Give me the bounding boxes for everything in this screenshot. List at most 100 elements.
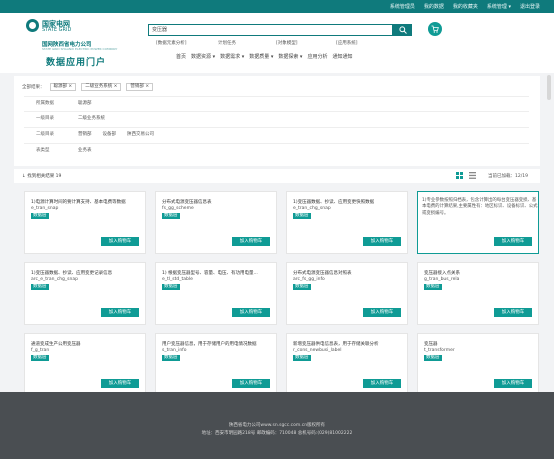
card-tag: 数据层 bbox=[293, 355, 311, 361]
add-to-cart-button[interactable]: 加入购物车 bbox=[101, 308, 139, 317]
add-to-cart-button[interactable]: 加入购物车 bbox=[494, 308, 532, 317]
card-title[interactable]: 新增变压器供电信息表，用于存储关联分析 bbox=[293, 341, 405, 347]
hot-search-2[interactable]: 计划任务 bbox=[218, 40, 236, 46]
result-card[interactable]: 变压器 t_transformer 数据层 加入购物车 bbox=[417, 333, 539, 396]
card-title[interactable]: 1)变压器数据、抄读、应用变更快照数据 bbox=[293, 199, 405, 205]
card-code: e_tl_std_table bbox=[162, 277, 193, 282]
search-icon bbox=[399, 26, 407, 34]
result-card[interactable]: 变压器接入点关系 g_tran_bus_rela 数据层 加入购物车 bbox=[417, 262, 539, 325]
card-title[interactable]: 变压器接入点关系 bbox=[424, 270, 536, 276]
hot-search-4[interactable]: [应用系统] bbox=[336, 40, 358, 46]
card-tag: 数据层 bbox=[162, 213, 180, 219]
state-grid-logo-icon bbox=[26, 19, 39, 32]
header: 国家电网 STATE GRID 国网陕西省电力公司 STATE GRID SHA… bbox=[0, 13, 554, 73]
scrollbar[interactable] bbox=[547, 75, 551, 100]
card-code: t_transformer bbox=[424, 348, 455, 353]
favorites-link[interactable]: 我的收藏夹 bbox=[453, 3, 478, 10]
result-card[interactable]: 1)电源计算时间的要计算支持、基本电费等数据 e_tran_snap 数据层 加… bbox=[24, 191, 146, 254]
hot-search-1[interactable]: [数据元素分析] bbox=[156, 40, 187, 46]
list-view-icon[interactable] bbox=[469, 172, 476, 179]
page-info: 当前已加载：12/19 bbox=[488, 174, 528, 179]
filter-row-label: 所属数据 bbox=[36, 101, 54, 106]
result-card-hover[interactable]: 1)专业参数按照归档表，包含计算出的每台变压器变损、基本电费的计算结果,主要属性… bbox=[417, 191, 539, 254]
filter-tag[interactable]: 二级业务系统 × bbox=[81, 83, 122, 91]
card-code: s_tran_info bbox=[162, 348, 187, 353]
logo[interactable]: 国家电网 STATE GRID 国网陕西省电力公司 STATE GRID SHA… bbox=[22, 18, 132, 70]
card-code: arc_e_tran_chg_snap bbox=[31, 277, 78, 282]
card-title[interactable]: 1)电源计算时间的要计算支持、基本电费等数据 bbox=[31, 199, 143, 205]
system-menu[interactable]: 系统管理 ▾ bbox=[487, 3, 511, 10]
add-to-cart-button[interactable]: 加入购物车 bbox=[363, 237, 401, 246]
result-card[interactable]: 1) 根据变压器型号、容量、电压、有功用电量... e_tl_std_table… bbox=[155, 262, 277, 325]
filter-panel: 全部结果： 聪源部 × 二级业务系统 × 营销部 × 所属数据 聪源部 一级目录… bbox=[14, 76, 540, 166]
card-tag: 数据层 bbox=[31, 355, 49, 361]
card-tag: 数据层 bbox=[31, 284, 49, 290]
result-card[interactable]: 分布式电源变压器信息表 fs_gg_scheme 数据层 加入购物车 bbox=[155, 191, 277, 254]
nav-analysis[interactable]: 应用分析 bbox=[307, 53, 327, 60]
user-link[interactable]: 系统管理员 bbox=[390, 3, 415, 10]
grid-view-icon[interactable] bbox=[456, 172, 463, 179]
card-title[interactable]: 通道变成生产公用变压器 bbox=[31, 341, 143, 347]
result-card[interactable]: 通道变成生产公用变压器 f_g_tran 数据层 加入购物车 bbox=[24, 333, 146, 396]
filter-option[interactable]: 设备部 bbox=[103, 131, 117, 137]
card-code: e_tran_snap bbox=[31, 206, 59, 211]
add-to-cart-button[interactable]: 加入购物车 bbox=[101, 237, 139, 246]
add-to-cart-button[interactable]: 加入购物车 bbox=[494, 379, 532, 388]
filter-option[interactable]: 营销部 bbox=[78, 131, 92, 137]
search-button[interactable] bbox=[393, 24, 412, 36]
card-title[interactable]: 分布式电源变压器信息对照表 bbox=[293, 270, 405, 276]
nav-data-explore[interactable]: 数据探索 ▾ bbox=[278, 53, 302, 60]
add-to-cart-button[interactable]: 加入购物车 bbox=[363, 379, 401, 388]
card-tag: 数据层 bbox=[162, 355, 180, 361]
result-card[interactable]: 1)变压器数据、抄读、应用变更快照数据 e_tran_chg_snap 数据层 … bbox=[286, 191, 408, 254]
result-count[interactable]: ↓ 找到相关结果 19 bbox=[22, 173, 61, 179]
top-links: 系统管理员 我的数据 我的收藏夹 系统管理 ▾ 退出登录 bbox=[390, 3, 540, 10]
filter-row-data: 所属数据 聪源部 bbox=[14, 97, 540, 111]
card-code: arc_fs_gg_info bbox=[293, 277, 325, 282]
card-title[interactable]: 变压器 bbox=[424, 341, 536, 347]
result-card[interactable]: 1)变压器数据、抄读、应用变更记录信息 arc_e_tran_chg_snap … bbox=[24, 262, 146, 325]
filter-row-label: 二级目录 bbox=[36, 132, 54, 137]
card-title[interactable]: 1) 根据变压器型号、容量、电压、有功用电量... bbox=[162, 270, 274, 276]
add-to-cart-button[interactable]: 加入购物车 bbox=[363, 308, 401, 317]
result-card[interactable]: 用户变压器信息，用于存储用户的用电情况数据 s_tran_info 数据层 加入… bbox=[155, 333, 277, 396]
card-title[interactable]: 分布式电源变压器信息表 bbox=[162, 199, 274, 205]
nav-data-resources[interactable]: 数据资源 ▾ bbox=[191, 53, 215, 60]
nav-data-quality[interactable]: 数据质量 ▾ bbox=[249, 53, 273, 60]
add-to-cart-button[interactable]: 加入购物车 bbox=[101, 379, 139, 388]
filter-row-label: 表类型 bbox=[36, 148, 50, 153]
logout-link[interactable]: 退出登录 bbox=[520, 3, 540, 10]
filter-row-level1: 一级目录 二级业务系统 bbox=[14, 112, 540, 126]
my-data-link[interactable]: 我的数据 bbox=[424, 3, 444, 10]
filter-option[interactable]: 业务表 bbox=[78, 147, 92, 153]
company-name-en: STATE GRID SHAANXI ELECTRIC POWER COMPAN… bbox=[42, 47, 118, 51]
card-title[interactable]: 1)变压器数据、抄读、应用变更记录信息 bbox=[31, 270, 143, 276]
nav-data-demand[interactable]: 数据需求 ▾ bbox=[220, 53, 244, 60]
card-title[interactable]: 用户变压器信息，用于存储用户的用电情况数据 bbox=[162, 341, 274, 347]
filter-tag[interactable]: 聪源部 × bbox=[49, 83, 77, 91]
add-to-cart-button[interactable]: 加入购物车 bbox=[232, 308, 270, 317]
nav-home[interactable]: 首页 bbox=[176, 53, 186, 60]
add-to-cart-button[interactable]: 加入购物车 bbox=[494, 237, 532, 246]
add-to-cart-button[interactable]: 加入购物车 bbox=[232, 379, 270, 388]
hot-search-3[interactable]: [对象模型] bbox=[276, 40, 298, 46]
filter-option[interactable]: 聪源部 bbox=[78, 100, 92, 106]
results-bar: ↓ 找到相关结果 19 当前已加载：12/19 bbox=[14, 169, 540, 183]
top-bar: 系统管理员 我的数据 我的收藏夹 系统管理 ▾ 退出登录 bbox=[0, 0, 554, 13]
card-code: fs_gg_scheme bbox=[162, 206, 194, 211]
card-tag: 数据层 bbox=[162, 284, 180, 290]
filter-tag[interactable]: 营销部 × bbox=[126, 83, 154, 91]
result-card[interactable]: 新增变压器供电信息表，用于存储关联分析 r_cons_newbusi_label… bbox=[286, 333, 408, 396]
filter-option[interactable]: 二级业务系统 bbox=[78, 115, 105, 121]
cart-icon bbox=[431, 25, 439, 33]
cart-button[interactable] bbox=[428, 22, 442, 36]
add-to-cart-button[interactable]: 加入购物车 bbox=[232, 237, 270, 246]
portal-title: 数据应用门户 bbox=[46, 58, 107, 68]
card-tag: 数据层 bbox=[424, 284, 442, 290]
filter-option[interactable]: 陕西交易公司 bbox=[127, 131, 154, 137]
card-tag: 数据层 bbox=[31, 213, 49, 219]
search-input[interactable]: 变压器 bbox=[148, 24, 393, 36]
result-card[interactable]: 分布式电源变压器信息对照表 arc_fs_gg_info 数据层 加入购物车 bbox=[286, 262, 408, 325]
nav-notice[interactable]: 通知通知 bbox=[332, 53, 352, 60]
selected-filters: 全部结果： 聪源部 × 二级业务系统 × 营销部 × bbox=[22, 83, 154, 91]
